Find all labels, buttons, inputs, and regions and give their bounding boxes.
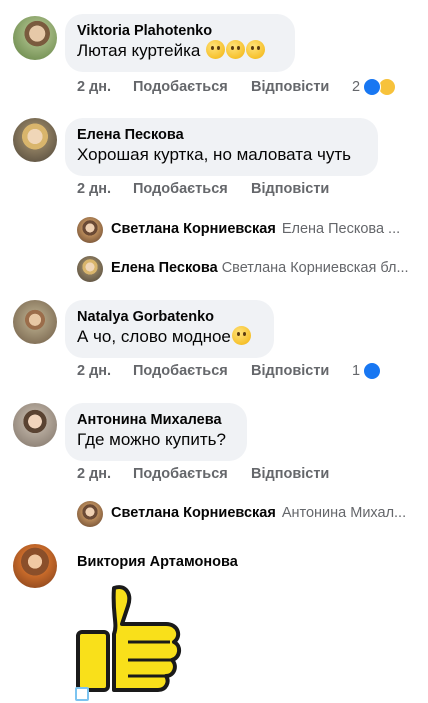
sticker-badge-icon — [75, 687, 89, 701]
reaction-summary[interactable]: 1 — [352, 362, 386, 380]
like-button[interactable]: Подобається — [133, 466, 228, 482]
comment-time[interactable]: 2 дн. — [77, 181, 111, 197]
comment-text: Лютая куртейка — [77, 40, 283, 62]
comment-bubble: Елена Пескова Хорошая куртка, но маловат… — [65, 118, 378, 176]
comment-bubble: Viktoria Plahotenko Лютая куртейка — [65, 14, 295, 72]
comment-author[interactable]: Елена Пескова — [77, 126, 366, 144]
grin-emoji-icon — [226, 40, 246, 59]
reply-author: Елена Пескова — [111, 260, 218, 276]
comment-text: Хорошая куртка, но маловата чуть — [77, 145, 352, 164]
reply-button[interactable]: Відповісти — [251, 466, 329, 482]
avatar[interactable] — [13, 544, 57, 588]
reaction-summary[interactable]: 2 — [352, 78, 404, 96]
like-button[interactable]: Подобається — [133, 79, 228, 95]
comment-text: Где можно купить? — [77, 430, 226, 449]
comment-time[interactable]: 2 дн. — [77, 466, 111, 482]
like-reaction-icon — [363, 78, 381, 96]
avatar[interactable] — [13, 118, 57, 162]
avatar — [77, 217, 103, 243]
avatar — [77, 256, 103, 282]
reply-button[interactable]: Відповісти — [251, 363, 329, 379]
reaction-count: 2 — [352, 79, 361, 95]
reply-button[interactable]: Відповісти — [251, 181, 329, 197]
comment-author[interactable]: Natalya Gorbatenko — [77, 308, 262, 326]
comment-author[interactable]: Виктория Артамонова — [77, 553, 238, 571]
comment-time[interactable]: 2 дн. — [77, 363, 111, 379]
comment-author[interactable]: Viktoria Plahotenko — [77, 22, 283, 40]
like-button[interactable]: Подобається — [133, 181, 228, 197]
like-reaction-icon — [363, 362, 381, 380]
comment-text: А чо, слово модное — [77, 326, 262, 348]
comment-bubble: Антонина Михалева Где можно купить? — [65, 403, 247, 461]
avatar — [77, 501, 103, 527]
avatar[interactable] — [13, 403, 57, 447]
comment-bubble: Natalya Gorbatenko А чо, слово модное — [65, 300, 274, 358]
reply-button[interactable]: Відповісти — [251, 79, 329, 95]
like-button[interactable]: Подобається — [133, 363, 228, 379]
reply-preview-text: Антонина Михал... — [281, 505, 407, 521]
reaction-count: 1 — [352, 363, 361, 379]
reply-author: Светлана Корниевская — [111, 221, 276, 237]
thumbs-up-sticker[interactable] — [74, 584, 186, 694]
thinking-emoji-icon — [231, 326, 251, 345]
laughing-tears-emoji-icon — [246, 40, 266, 59]
comment-author[interactable]: Антонина Михалева — [77, 411, 235, 429]
reply-author: Светлана Корниевская — [111, 505, 276, 521]
avatar[interactable] — [13, 16, 57, 60]
rolling-eyes-emoji-icon — [206, 40, 226, 59]
reply-preview-text: Светлана Корниевская бл... — [221, 260, 409, 276]
comment-time[interactable]: 2 дн. — [77, 79, 111, 95]
avatar[interactable] — [13, 300, 57, 344]
reply-preview-text: Елена Пескова ... — [281, 221, 401, 237]
